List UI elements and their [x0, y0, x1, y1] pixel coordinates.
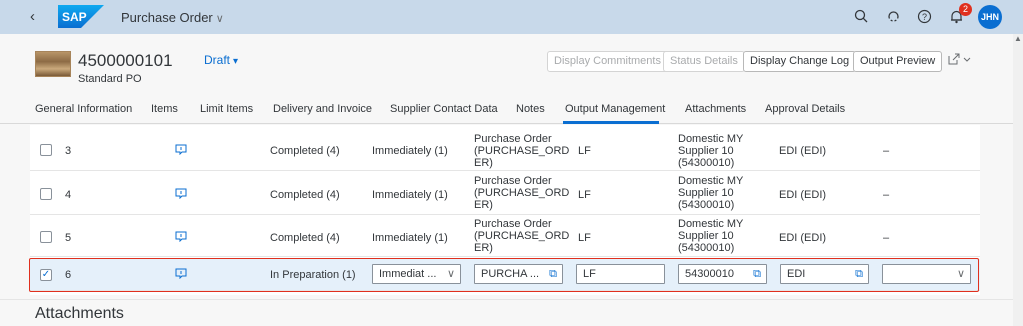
product-image — [35, 51, 71, 77]
share-icon[interactable] — [948, 53, 972, 68]
tab-output-management[interactable]: Output Management — [565, 103, 665, 115]
object-id: 4500000101 — [78, 51, 173, 70]
cell-timing: Immediately (1) — [372, 232, 448, 244]
cell-document: Purchase Order (PURCHASE_ORD ER) — [474, 133, 570, 169]
output-table: 3 Completed (4) Immediately (1) Purchase… — [0, 125, 1013, 326]
cell-document: Purchase Order (PURCHASE_ORD ER) — [474, 218, 570, 254]
tab-bar: General Information Items Limit Items De… — [0, 97, 1013, 124]
message-icon[interactable] — [175, 144, 187, 156]
highlight-box — [29, 258, 979, 292]
cell-channel: EDI (EDI) — [779, 189, 827, 201]
chevron-up-icon[interactable]: ▲ — [1014, 34, 1022, 43]
cell-supplier: Domestic MY Supplier 10 (54300010) — [678, 175, 744, 211]
message-icon[interactable] — [175, 231, 187, 243]
cell-status: Completed (4) — [270, 232, 340, 244]
section-divider — [0, 299, 1013, 300]
cell-status: Completed (4) — [270, 189, 340, 201]
table-row[interactable]: 3 Completed (4) Immediately (1) Purchase… — [30, 125, 980, 171]
svg-text:SAP: SAP — [62, 10, 87, 24]
cell-extra: – — [883, 145, 890, 157]
shell-bar: ‹ SAP Purchase Order ∨ ? 2 JHN — [0, 0, 1023, 34]
tab-supplier-contact-data[interactable]: Supplier Contact Data — [390, 103, 498, 115]
cell-supplier: Domestic MY Supplier 10 (54300010) — [678, 218, 744, 254]
row-checkbox[interactable] — [40, 144, 52, 156]
chevron-down-icon: ∨ — [215, 13, 224, 25]
cell-channel: EDI (EDI) — [779, 232, 827, 244]
table-row[interactable]: 5 Completed (4) Immediately (1) Purchase… — [30, 215, 980, 257]
cell-language: LF — [578, 189, 591, 201]
tab-notes[interactable]: Notes — [516, 103, 545, 115]
status-details-button[interactable]: Status Details — [663, 51, 745, 72]
help-icon[interactable]: ? — [916, 9, 932, 25]
back-icon[interactable]: ‹ — [30, 8, 35, 25]
cell-status: Completed (4) — [270, 145, 340, 157]
display-commitments-button[interactable]: Display Commitments — [547, 51, 668, 72]
sap-logo[interactable]: SAP — [58, 5, 104, 28]
cell-channel: EDI (EDI) — [779, 145, 827, 157]
table-row[interactable]: 4 Completed (4) Immediately (1) Purchase… — [30, 171, 980, 215]
draft-selector[interactable]: Draft ▾ — [204, 53, 238, 67]
section-title-attachments: Attachments — [35, 305, 124, 322]
display-change-log-button[interactable]: Display Change Log — [743, 51, 857, 72]
cell-number: 5 — [65, 232, 72, 244]
tab-attachments[interactable]: Attachments — [685, 103, 746, 115]
tab-general-information[interactable]: General Information — [35, 103, 132, 115]
output-preview-button[interactable]: Output Preview — [853, 51, 943, 72]
co-pilot-icon[interactable] — [885, 9, 901, 25]
cell-timing: Immediately (1) — [372, 145, 448, 157]
object-type: Standard PO — [78, 73, 142, 85]
notification-badge: 2 — [959, 3, 972, 16]
tab-limit-items[interactable]: Limit Items — [200, 103, 253, 115]
search-icon[interactable] — [853, 9, 869, 25]
tab-delivery-and-invoice[interactable]: Delivery and Invoice — [273, 103, 372, 115]
app-title[interactable]: Purchase Order ∨ — [121, 10, 224, 25]
cell-supplier: Domestic MY Supplier 10 (54300010) — [678, 133, 744, 169]
object-header: 4500000101 Standard PO Draft ▾ Display Co… — [0, 34, 1013, 124]
tab-items[interactable]: Items — [151, 103, 178, 115]
cell-language: LF — [578, 145, 591, 157]
message-icon[interactable] — [175, 188, 187, 200]
cell-document: Purchase Order (PURCHASE_ORD ER) — [474, 175, 570, 211]
active-tab-indicator — [563, 121, 659, 124]
cell-number: 3 — [65, 145, 72, 157]
avatar[interactable]: JHN — [978, 5, 1002, 29]
scrollbar[interactable]: ▲ — [1013, 34, 1023, 326]
tab-approval-details[interactable]: Approval Details — [765, 103, 845, 115]
cell-number: 4 — [65, 189, 72, 201]
chevron-down-icon: ▾ — [233, 56, 239, 67]
cell-timing: Immediately (1) — [372, 189, 448, 201]
row-checkbox[interactable] — [40, 188, 52, 200]
row-checkbox[interactable] — [40, 231, 52, 243]
cell-extra: – — [883, 232, 890, 244]
svg-text:?: ? — [922, 12, 927, 22]
cell-extra: – — [883, 189, 890, 201]
cell-language: LF — [578, 232, 591, 244]
